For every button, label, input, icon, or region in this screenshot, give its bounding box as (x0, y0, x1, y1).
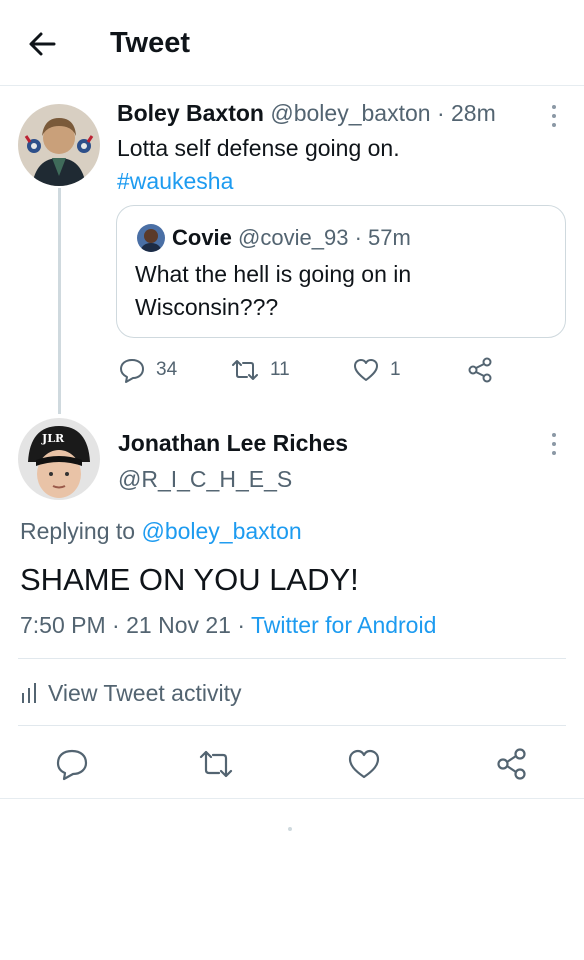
retweet-count: 11 (270, 359, 290, 380)
heart-icon (348, 749, 380, 779)
quoted-tweet-time: 57m (368, 225, 411, 250)
reply-icon (56, 749, 88, 781)
parent-tweet-text: Lotta self defense going on. (117, 135, 400, 161)
parent-tweet-time[interactable]: 28m (451, 100, 496, 126)
like-action[interactable]: 1 (352, 356, 401, 384)
reply-action[interactable]: 34 (118, 356, 177, 384)
divider (18, 658, 566, 659)
reply-count: 34 (156, 359, 178, 380)
tweet-meta: 7:50 PM · 21 Nov 21 · Twitter for Androi… (20, 610, 436, 640)
top-bar: Tweet (0, 0, 584, 86)
separator-dot: · (354, 225, 362, 250)
parent-more-icon[interactable] (549, 103, 559, 129)
parent-avatar[interactable] (18, 104, 100, 186)
retweet-icon (199, 750, 233, 778)
retweet-action[interactable]: 11 (230, 356, 290, 384)
divider (0, 798, 584, 799)
quoted-author-handle: @covie_93 (238, 225, 349, 250)
page-title: Tweet (110, 27, 191, 59)
reply-button[interactable] (54, 746, 90, 782)
thread-connector-line (58, 188, 61, 414)
tweet-time: 7:50 PM (20, 612, 106, 638)
main-author-handle[interactable]: @R_I_C_H_E_S (118, 464, 292, 494)
separator-dot: · (436, 100, 445, 126)
loading-dot (288, 827, 292, 831)
bar-chart-icon (22, 683, 36, 703)
share-icon (468, 357, 492, 383)
like-count: 1 (390, 359, 401, 380)
quoted-author-name: Covie (172, 225, 232, 250)
quoted-tweet-card[interactable]: Covie @covie_93 · 57m What the hell is g… (116, 205, 566, 338)
back-button[interactable] (24, 26, 60, 62)
tweet-source-link[interactable]: Twitter for Android (251, 612, 436, 638)
share-button[interactable] (494, 746, 530, 782)
quoted-avatar (137, 224, 165, 252)
replying-to-link[interactable]: @boley_baxton (141, 518, 301, 544)
share-action[interactable] (466, 356, 494, 384)
retweet-button[interactable] (198, 746, 234, 782)
heart-icon (354, 359, 378, 381)
hashtag-link[interactable]: #waukesha (117, 166, 233, 196)
replying-to-line: Replying to @boley_baxton (20, 516, 302, 546)
separator-dot: · (237, 612, 246, 638)
avatar-cap-text: JLR (41, 432, 65, 445)
activity-label: View Tweet activity (48, 680, 242, 706)
parent-author-name[interactable]: Boley Baxton (117, 100, 264, 126)
main-tweet-text: SHAME ON YOU LADY! (20, 562, 359, 597)
quoted-tweet-header: Covie @covie_93 · 57m (172, 224, 411, 252)
separator-dot: · (112, 612, 120, 638)
main-author-name[interactable]: Jonathan Lee Riches (118, 428, 348, 458)
tweet-date: 21 Nov 21 (126, 612, 231, 638)
main-avatar[interactable]: JLR (18, 418, 100, 500)
parent-tweet-header: Boley Baxton @boley_baxton · 28m (117, 98, 496, 128)
divider (18, 725, 566, 726)
arrow-left-icon (29, 32, 56, 56)
like-button[interactable] (346, 746, 382, 782)
share-icon (497, 748, 526, 780)
parent-author-handle[interactable]: @boley_baxton (270, 100, 430, 126)
quoted-tweet-text: What the hell is going on in Wisconsin??… (135, 261, 412, 320)
view-tweet-activity[interactable]: View Tweet activity (20, 678, 241, 708)
main-more-icon[interactable] (549, 431, 559, 457)
replying-prefix: Replying to (20, 518, 136, 544)
reply-icon (120, 359, 144, 383)
retweet-icon (232, 360, 258, 380)
